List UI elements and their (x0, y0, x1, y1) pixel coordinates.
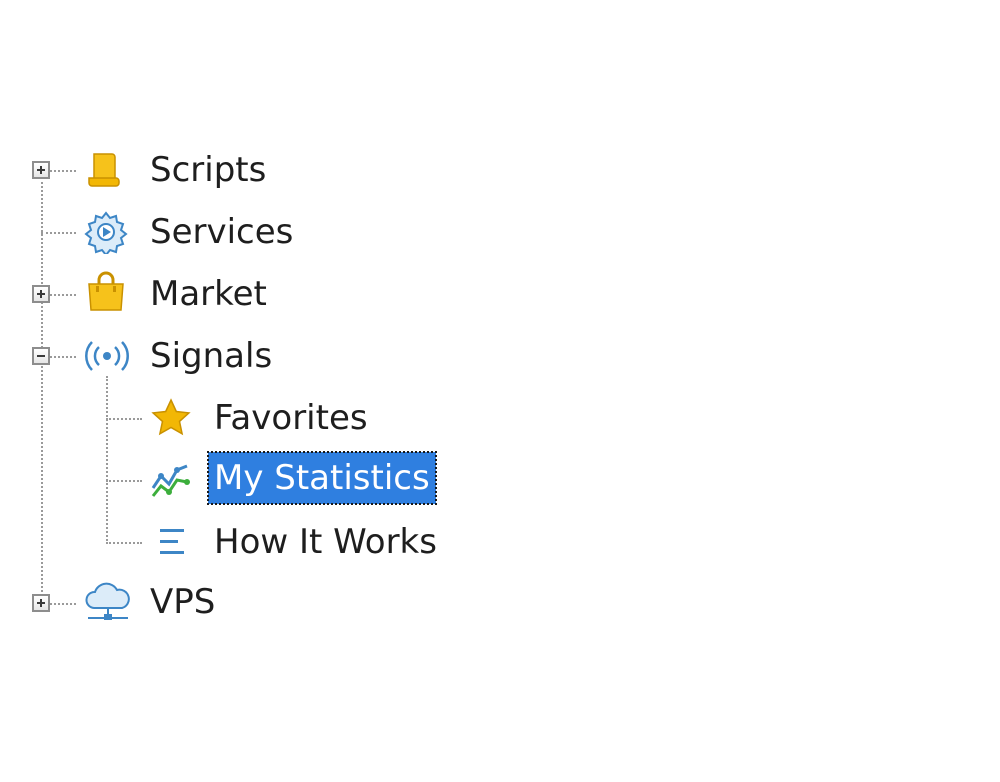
tree-connector (41, 232, 76, 234)
tree-item-label: Services (150, 212, 294, 252)
tree-item-label: How It Works (214, 522, 437, 562)
navigator-tree: Scripts Services Market Signals Favorite… (0, 0, 1000, 782)
lines-icon (152, 520, 196, 564)
statistics-chart-icon (149, 458, 193, 502)
tree-connector (50, 170, 76, 172)
tree-item-label: Signals (150, 336, 273, 376)
tree-item-label: My Statistics (207, 451, 437, 505)
tree-connector (41, 182, 43, 592)
star-icon (149, 396, 193, 440)
tree-connector (106, 418, 142, 420)
tree-item-label: VPS (150, 582, 216, 622)
tree-connector (106, 480, 142, 482)
tree-connector (106, 376, 108, 544)
tree-connector (50, 356, 76, 358)
scroll-icon (82, 148, 126, 192)
tree-connector (50, 603, 76, 605)
tree-connector (50, 294, 76, 296)
broadcast-icon (82, 334, 132, 378)
expand-toggle[interactable] (32, 161, 50, 179)
gear-play-icon (84, 210, 128, 254)
expand-toggle[interactable] (32, 594, 50, 612)
expand-toggle[interactable] (32, 285, 50, 303)
tree-item-label: Market (150, 274, 267, 314)
tree-connector (106, 542, 142, 544)
tree-item-label: Scripts (150, 150, 267, 190)
tree-item-label: Favorites (214, 398, 368, 438)
collapse-toggle[interactable] (32, 347, 50, 365)
shopping-bag-icon (84, 270, 128, 314)
cloud-network-icon (82, 580, 134, 624)
